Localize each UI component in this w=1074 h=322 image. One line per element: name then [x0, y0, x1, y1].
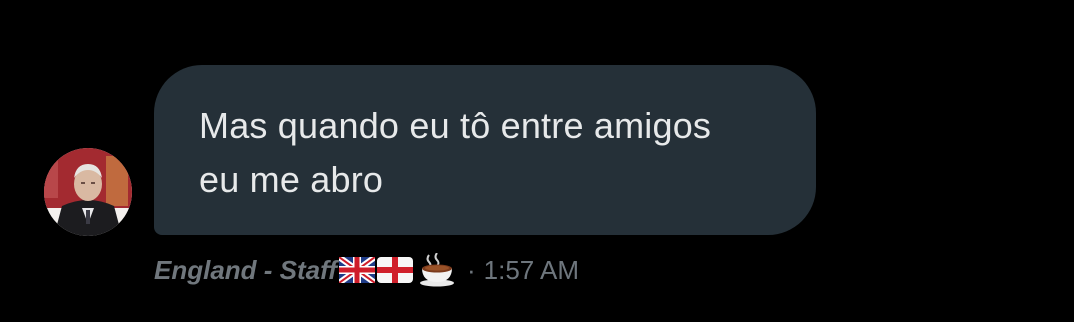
sender-name[interactable]: England - Staff: [154, 255, 337, 286]
meta-separator: ·: [466, 254, 476, 285]
uk-flag-icon: [338, 257, 375, 283]
message-line: eu me abro: [199, 159, 384, 200]
england-flag-icon: [376, 257, 413, 283]
sender-avatar[interactable]: [44, 148, 132, 236]
message-line: Mas quando eu tô entre amigos: [199, 105, 712, 146]
avatar-photo: [44, 148, 132, 236]
message-bubble[interactable]: Mas quando eu tô entre amigos eu me abro: [154, 65, 816, 235]
tea-cup-icon: [419, 253, 455, 287]
message-timestamp: 1:57 AM: [483, 254, 580, 285]
message-meta: England - Staff · 1:57 AM: [154, 250, 579, 290]
message-text: Mas quando eu tô entre amigos eu me abro: [199, 99, 776, 207]
